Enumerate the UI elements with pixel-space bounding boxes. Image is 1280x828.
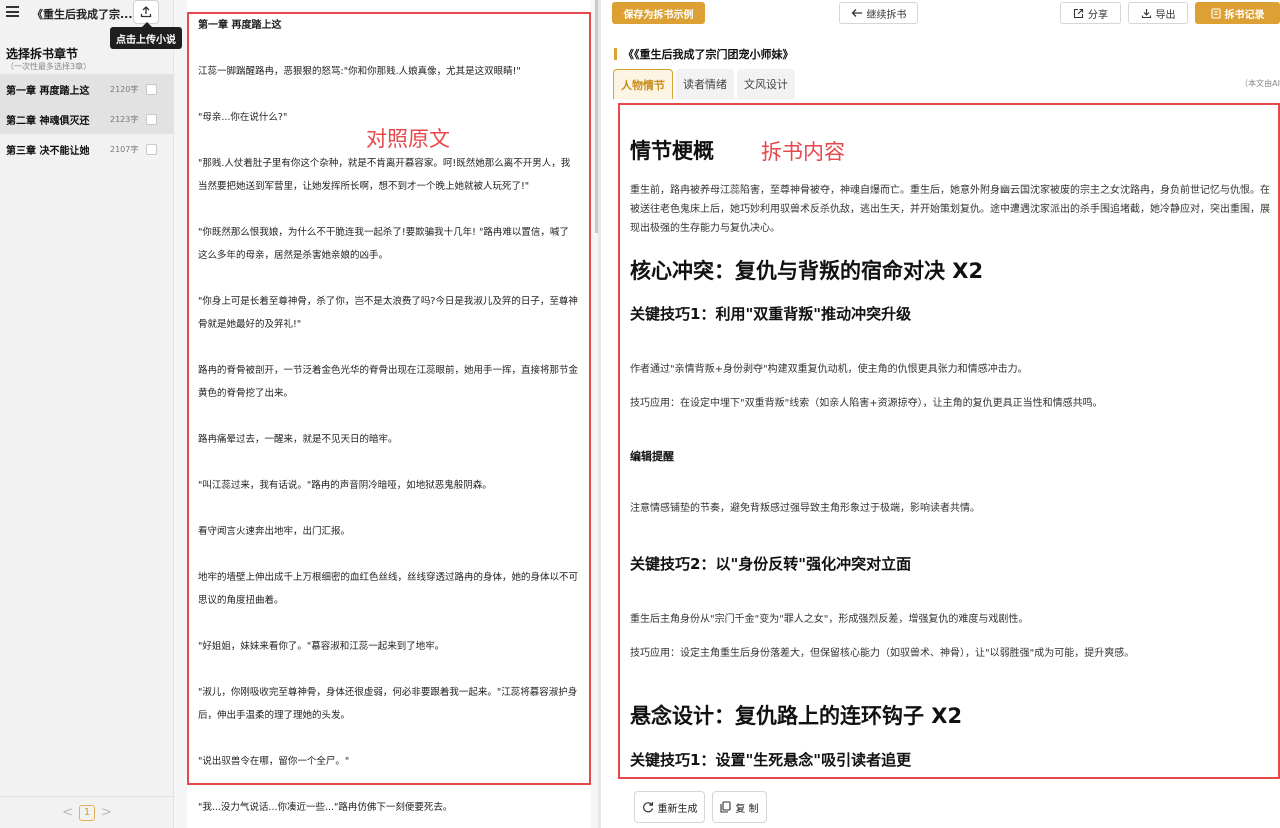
record-label: 拆书记录: [1224, 9, 1265, 21]
sidebar-book-title: 《重生后我成了宗...: [32, 8, 133, 21]
tab-reader-emotion[interactable]: 读者情绪: [676, 69, 734, 99]
regenerate-label: 重新生成: [657, 803, 698, 815]
original-paragraph: 路冉的脊骨被剖开，一节泛着金色光华的脊骨出现在江蕊眼前，她用手一挥，直接将那节金…: [198, 365, 579, 399]
chapter-word-count: 2107字: [110, 144, 139, 154]
chapter-checkbox[interactable]: [146, 83, 157, 95]
download-icon: [1141, 8, 1151, 18]
content-annotation-label: 拆书内容: [761, 140, 845, 164]
tab-character-plot[interactable]: 人物情节: [613, 69, 673, 99]
chapter-name: 第一章 再度踏上这: [6, 85, 90, 97]
original-paragraph: "你既然那么恨我娘，为什么不干脆连我一起杀了!要欺骗我十几年! "路冉难以置信，…: [198, 227, 569, 261]
tip2-text: 重生后主角身份从"宗门千金"变为"罪人之女"，形成强烈反差，增强复仇的难度与戏剧…: [630, 614, 1029, 625]
tip2-heading: 关键技巧2：以"身份反转"强化冲突对立面: [630, 555, 912, 573]
editor-text: 注意情感铺垫的节奏，避免背叛感过强导致主角形象过于极端，影响读者共情。: [630, 503, 980, 514]
original-paragraph: "我...没力气说话...你凑近一些..."路冉仿佛下一刻便要死去。: [198, 802, 453, 813]
upload-tooltip: 点击上传小说: [110, 22, 182, 49]
title-accent-bar: [614, 48, 617, 60]
chapter-word-count: 2123字: [110, 114, 139, 124]
upload-icon: [140, 6, 152, 18]
menu-icon[interactable]: [6, 6, 19, 17]
save-example-button[interactable]: 保存为拆书示例: [612, 2, 705, 24]
copy-button[interactable]: 复 制: [712, 791, 767, 823]
share-icon: [1073, 8, 1084, 18]
original-paragraph: 路冉痛晕过去，一醒来，就是不见天日的暗牢。: [198, 434, 398, 445]
save-example-label: 保存为拆书示例: [623, 9, 694, 21]
next-page-button[interactable]: >: [101, 805, 112, 820]
tip3-heading: 关键技巧1：设置"生死悬念"吸引读者追更: [630, 751, 912, 769]
original-paragraph: "淑儿，你刚吸收完至尊神骨，身体还很虚弱，何必非要跟着我一起来。"江蕊将慕容淑护…: [198, 687, 578, 721]
chapter-list: 第一章 再度踏上这 2120字 第二章 神魂俱灭还 2123字 第三章 决不能让…: [0, 74, 174, 164]
plot-summary: 重生前，路冉被养母江蕊陷害，至尊神骨被夺，神魂自爆而亡。重生后，她意外附身幽云国…: [630, 185, 1270, 234]
chapter-item[interactable]: 第三章 决不能让她 2107字: [0, 134, 174, 164]
tab-writing-style[interactable]: 文风设计: [737, 69, 795, 99]
tip1-text: 作者通过"亲情背叛+身份剥夺"构建双重复仇动机，使主角的仇恨更具张力和情感冲击力…: [630, 364, 1028, 375]
continue-label: 继续拆书: [866, 9, 907, 21]
chapter-item[interactable]: 第二章 神魂俱灭还 2123字: [0, 104, 174, 134]
suspense-heading: 悬念设计：复仇路上的连环钩子 X2: [630, 704, 963, 728]
original-paragraph: 江蕊一脚踹醒路冉，恶狠狠的怒骂:"你和你那贱.人娘真像，尤其是这双眼睛!": [198, 66, 521, 77]
original-text-panel: 第一章 再度踏上这 江蕊一脚踹醒路冉，恶狠狠的怒骂:"你和你那贱.人娘真像，尤其…: [174, 0, 598, 828]
chapter-checkbox[interactable]: [146, 113, 157, 125]
export-label: 导出: [1155, 9, 1176, 21]
plot-heading: 情节梗概: [630, 139, 714, 163]
analysis-content: 情节梗概 重生前，路冉被养母江蕊陷害，至尊神骨被夺，神魂自爆而亡。重生后，她意外…: [618, 103, 1280, 779]
upload-button[interactable]: [133, 0, 159, 24]
book-title: 《《重生后我成了宗门团宠小师妹》: [614, 46, 794, 62]
book-title-text: 《《重生后我成了宗门团宠小师妹》: [623, 48, 794, 61]
sidebar-subheading: （一次性最多选择3章）: [6, 62, 92, 71]
share-button[interactable]: 分享: [1060, 2, 1121, 24]
original-chapter-title: 第一章 再度踏上这: [198, 20, 282, 31]
chapter-checkbox[interactable]: [146, 143, 157, 155]
original-annotation-label: 对照原文: [366, 127, 450, 151]
chapter-item[interactable]: 第一章 再度踏上这 2120字: [0, 74, 174, 104]
analysis-tabs: 人物情节 读者情绪 文风设计: [613, 69, 795, 99]
arrow-left-icon: [851, 9, 862, 17]
copy-label: 复 制: [735, 803, 759, 815]
share-label: 分享: [1088, 9, 1108, 21]
regenerate-button[interactable]: 重新生成: [634, 791, 705, 823]
ai-note: （本文由AI: [1240, 79, 1280, 88]
chapter-name: 第三章 决不能让她: [6, 145, 90, 157]
original-paragraph: "好姐姐，妹妹来看你了。"慕容淑和江蕊一起来到了地牢。: [198, 641, 445, 652]
chapter-name: 第二章 神魂俱灭还: [6, 115, 90, 127]
sidebar-heading: 选择拆书章节: [6, 47, 79, 61]
pagination: < 1 >: [0, 796, 174, 828]
refresh-icon: [642, 801, 653, 813]
continue-button[interactable]: 继续拆书: [839, 2, 918, 24]
original-paragraph: "你身上可是长着至尊神骨，杀了你，岂不是太浪费了吗?今日是我淑儿及笄的日子，至尊…: [198, 296, 578, 330]
analysis-panel: 保存为拆书示例 继续拆书 分享 导出 拆书记录 《《重生后我成了宗门团宠小师妹》…: [601, 0, 1280, 828]
tip1-heading: 关键技巧1：利用"双重背叛"推动冲突升级: [630, 305, 912, 323]
original-paragraph: "那贱.人仗着肚子里有你这个杂种，就是不肯离开慕容家。呵!既然她那么离不开男人，…: [198, 158, 571, 192]
editor-heading: 编辑提醒: [630, 450, 674, 463]
copy-icon: [720, 801, 731, 813]
conflict-heading: 核心冲突：复仇与背叛的宿命对决 X2: [630, 259, 984, 283]
original-paragraph: 地牢的墙壁上伸出成千上万根细密的血红色丝线，丝线穿透过路冉的身体，她的身体以不可…: [198, 572, 579, 606]
chapter-word-count: 2120字: [110, 84, 139, 94]
tip1-application: 技巧应用：在设定中埋下"双重背叛"线索（如亲人陷害+资源掠夺），让主角的复仇更具…: [630, 398, 1103, 409]
original-paragraph: 看守闻言火速奔出地牢，出门汇报。: [198, 526, 351, 537]
record-button[interactable]: 拆书记录: [1195, 2, 1280, 24]
export-button[interactable]: 导出: [1128, 2, 1188, 24]
prev-page-button[interactable]: <: [62, 805, 73, 820]
tip2-application: 技巧应用：设定主角重生后身份落差大，但保留核心能力（如驭兽术、神骨），让"以弱胜…: [630, 648, 1135, 659]
document-icon: [1210, 7, 1221, 19]
current-page[interactable]: 1: [79, 804, 95, 821]
original-paragraph: "说出驭兽令在哪，留你一个全尸。": [198, 756, 350, 767]
chapter-sidebar: 《重生后我成了宗... 点击上传小说 选择拆书章节 （一次性最多选择3章） 第一…: [0, 0, 182, 828]
original-paragraph: "叫江蕊过来，我有话说。"路冉的声音阴冷暗哑，如地狱恶鬼般阴森。: [198, 480, 492, 491]
